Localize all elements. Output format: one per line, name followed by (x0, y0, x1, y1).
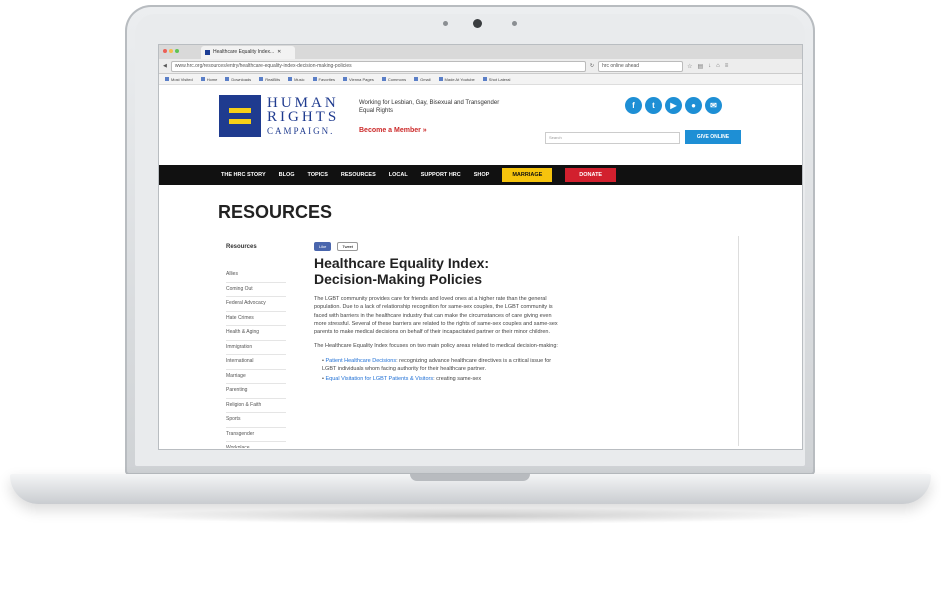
resources-sidebar: Resources Allies Coming Out Federal Advoca… (226, 244, 286, 448)
article: Like Tweet Healthcare Equality Index: De… (314, 242, 564, 386)
sidebar-item[interactable]: Immigration (226, 341, 286, 355)
content-divider (738, 236, 739, 446)
list-item: • Equal Visitation for LGBT Patients & V… (322, 376, 482, 383)
camera-sensor-icon (512, 21, 517, 26)
sidebar-item[interactable]: Coming Out (226, 283, 286, 297)
list-item-text: : creating same-sex (433, 376, 482, 383)
sidebar-item[interactable]: Parenting (226, 384, 286, 399)
tweet-button[interactable]: Tweet (337, 242, 359, 251)
laptop-hinge (410, 474, 530, 481)
sidebar-item[interactable]: Marriage (226, 370, 286, 384)
camera-icon (473, 19, 482, 28)
page-body: RESOURCES Resources Allies Coming Out Fede… (158, 44, 801, 448)
paragraph: The Healthcare Equality Index focuses on… (314, 343, 558, 350)
policy-link[interactable]: Equal Visitation for LGBT Patients & Vis… (325, 376, 433, 382)
policy-link[interactable]: Patient Healthcare Decisions (325, 358, 396, 364)
sidebar-item[interactable]: Workplace (226, 442, 286, 448)
sidebar-item[interactable]: Health & Aging (226, 326, 286, 341)
list-item: • Patient Healthcare Decisions: recogniz… (322, 357, 552, 373)
paragraph: The LGBT community provides care for fri… (314, 296, 558, 336)
like-button[interactable]: Like (314, 242, 332, 251)
page-title: RESOURCES (218, 202, 333, 222)
camera-sensor-icon (443, 21, 448, 26)
sidebar-item[interactable]: International (226, 355, 286, 370)
share-buttons: Like Tweet (314, 242, 564, 251)
article-title-line-2: Decision-Making Policies (314, 271, 483, 287)
sidebar-heading: Resources (226, 244, 257, 250)
laptop-shadow (120, 508, 820, 524)
sidebar-item[interactable]: Federal Advocacy (226, 297, 286, 312)
sidebar-item[interactable]: Religion & Faith (226, 399, 286, 413)
sidebar-item[interactable]: Sports (226, 413, 286, 428)
article-title-line-1: Healthcare Equality Index: (314, 255, 490, 271)
sidebar-item[interactable]: Hate Crimes (226, 312, 286, 326)
article-title: Healthcare Equality Index: Decision-Maki… (314, 255, 564, 287)
sidebar-item[interactable]: Transgender (226, 428, 286, 442)
sidebar-item[interactable]: Allies (226, 268, 286, 283)
